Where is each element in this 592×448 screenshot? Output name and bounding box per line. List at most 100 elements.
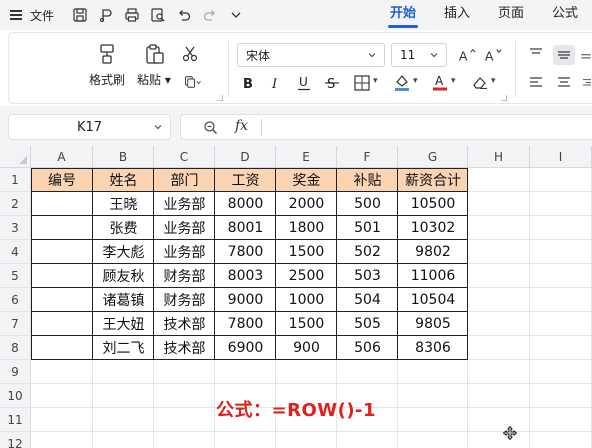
column-header-d[interactable]: D [215,146,276,168]
tab-insert[interactable]: 插入 [430,0,484,30]
print-preview-icon[interactable] [150,7,166,23]
table-cell[interactable]: 10500 [398,192,468,216]
row-header-11[interactable]: 11 [0,408,31,432]
print-icon[interactable] [124,7,140,23]
underline-icon[interactable]: U [295,74,313,92]
font-size-select[interactable]: 11 [391,43,447,67]
table-cell[interactable]: 刘二飞 [93,336,154,360]
bold-icon[interactable]: B [239,74,257,92]
row-header-10[interactable]: 10 [0,384,31,408]
table-cell[interactable]: 11006 [398,264,468,288]
table-cell[interactable] [31,264,93,288]
table-header-cell[interactable]: 姓名 [93,168,154,192]
chevron-down-icon[interactable] [152,121,164,133]
row-header-8[interactable]: 8 [0,336,31,360]
table-cell[interactable]: 业务部 [154,192,215,216]
table-cell[interactable]: 504 [337,288,398,312]
table-cell[interactable]: 财务部 [154,288,215,312]
clear-format-icon[interactable] [471,73,489,91]
name-box[interactable]: K17 [8,114,171,140]
table-cell[interactable] [31,312,93,336]
copy-icon[interactable] [181,73,205,91]
table-cell[interactable]: 9000 [215,288,276,312]
redo-icon[interactable] [202,7,218,23]
table-cell[interactable]: 业务部 [154,240,215,264]
row-header-5[interactable]: 5 [0,264,31,288]
table-cell[interactable]: 张费 [93,216,154,240]
table-cell[interactable]: 顾友秋 [93,264,154,288]
row-header-3[interactable]: 3 [0,216,31,240]
table-cell[interactable]: 10302 [398,216,468,240]
row-header-2[interactable]: 2 [0,192,31,216]
table-header-cell[interactable]: 编号 [31,168,93,192]
table-header-cell[interactable]: 工资 [215,168,276,192]
menu-icon[interactable] [10,10,22,20]
align-left-icon[interactable] [527,74,545,92]
chevron-down-icon[interactable] [228,7,244,23]
table-header-cell[interactable]: 补贴 [337,168,398,192]
align-top-icon[interactable] [527,45,545,63]
column-header-f[interactable]: F [337,146,398,168]
chevron-down-icon[interactable]: ▾ [413,76,418,86]
column-header-i[interactable]: I [530,146,592,168]
decrease-font-icon[interactable]: A [483,46,503,64]
table-cell[interactable]: 8003 [215,264,276,288]
table-cell[interactable]: 900 [276,336,337,360]
table-cell[interactable]: 9805 [398,312,468,336]
table-cell[interactable]: 李大彪 [93,240,154,264]
chevron-down-icon[interactable]: ▾ [451,76,456,86]
italic-icon[interactable]: I [267,74,285,92]
table-cell[interactable]: 1500 [276,312,337,336]
fx-icon[interactable]: fx [235,118,248,134]
table-cell[interactable] [31,216,93,240]
table-cell[interactable]: 1000 [276,288,337,312]
table-cell[interactable]: 8306 [398,336,468,360]
column-header-c[interactable]: C [154,146,215,168]
row-header-12[interactable]: 12 [0,432,31,448]
table-cell[interactable] [31,192,93,216]
table-cell[interactable] [31,288,93,312]
row-header-6[interactable]: 6 [0,288,31,312]
table-cell[interactable]: 506 [337,336,398,360]
align-bottom-icon[interactable] [579,45,592,63]
dialog-launcher-icon[interactable] [501,95,507,101]
column-header-a[interactable]: A [31,146,93,168]
dialog-launcher-icon[interactable] [217,95,223,101]
column-header-g[interactable]: G [398,146,468,168]
table-cell[interactable]: 502 [337,240,398,264]
table-cell[interactable]: 6900 [215,336,276,360]
strikethrough-icon[interactable]: S [323,74,341,92]
table-cell[interactable]: 9802 [398,240,468,264]
column-header-h[interactable]: H [468,146,530,168]
save-icon[interactable] [72,7,88,23]
table-cell[interactable]: 业务部 [154,216,215,240]
column-header-e[interactable]: E [276,146,337,168]
tab-page[interactable]: 页面 [484,0,538,30]
select-all-corner[interactable] [0,146,31,168]
table-cell[interactable]: 505 [337,312,398,336]
increase-font-icon[interactable]: A [457,46,477,64]
table-cell[interactable]: 财务部 [154,264,215,288]
table-cell[interactable]: 1800 [276,216,337,240]
table-cell[interactable]: 7800 [215,312,276,336]
table-header-cell[interactable]: 部门 [154,168,215,192]
table-cell[interactable]: 技术部 [154,312,215,336]
paste-button[interactable]: 粘贴 ▾ [137,43,171,88]
spreadsheet-grid[interactable]: ABCDEFGHI 1 2 3 4 5 6 7 8 9 10 11 12 编号 姓名 部门 工资 奖金 补贴 薪资… [0,146,592,448]
font-color-icon[interactable]: A [431,73,449,91]
table-cell[interactable]: 8000 [215,192,276,216]
format-painter-button[interactable]: 格式刷 [89,43,125,88]
table-cell[interactable]: 技术部 [154,336,215,360]
table-cell[interactable]: 10504 [398,288,468,312]
table-cell[interactable] [31,240,93,264]
table-header-cell[interactable]: 薪资合计 [398,168,468,192]
chevron-down-icon[interactable]: ▾ [491,76,496,86]
align-right-icon[interactable] [581,74,592,92]
table-cell[interactable] [31,336,93,360]
table-cell[interactable]: 503 [337,264,398,288]
table-cell[interactable]: 8001 [215,216,276,240]
table-cell[interactable]: 7800 [215,240,276,264]
table-cell[interactable]: 2000 [276,192,337,216]
row-header-7[interactable]: 7 [0,312,31,336]
export-pdf-icon[interactable] [98,7,114,23]
